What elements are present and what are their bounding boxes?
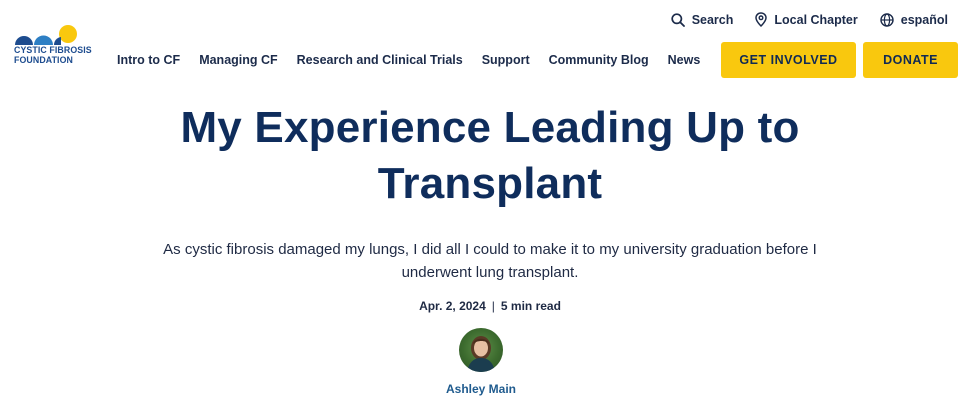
article-subtitle: As cystic fibrosis damaged my lungs, I d… [163, 241, 817, 281]
nav-research-clinical-trials[interactable]: Research and Clinical Trials [297, 53, 463, 67]
search-link[interactable]: Search [671, 12, 734, 27]
meta-separator: | [491, 299, 495, 313]
location-pin-icon [755, 12, 768, 27]
read-time: 5 min read [500, 299, 561, 313]
publish-date: Apr. 2, 2024 [419, 299, 486, 313]
author-name[interactable]: Ashley Main [0, 382, 962, 396]
author-photo [467, 336, 495, 372]
language-label: español [900, 12, 948, 27]
globe-icon [880, 12, 894, 27]
get-involved-button[interactable]: GET INVOLVED [721, 42, 856, 78]
logo-wordmark-line2: FOUNDATION [14, 55, 73, 65]
local-chapter-link[interactable]: Local Chapter [755, 12, 858, 27]
article-title-line2: Transplant [377, 159, 603, 208]
logo-mark-icon [15, 25, 77, 45]
search-label: Search [691, 12, 734, 27]
main-nav: Intro to CF Managing CF Research and Cli… [117, 53, 700, 67]
search-icon [671, 12, 685, 27]
nav-managing-cf[interactable]: Managing CF [199, 53, 277, 67]
language-link[interactable]: español [880, 13, 948, 27]
cff-logo[interactable]: CYSTIC FIBROSIS FOUNDATION [14, 25, 104, 65]
logo-wordmark-line1: CYSTIC FIBROSIS [14, 45, 92, 55]
article-meta: Apr. 2, 2024 | 5 min read [0, 299, 980, 313]
nav-community-blog[interactable]: Community Blog [549, 53, 649, 67]
article-title: My Experience Leading Up to Transplant [0, 100, 980, 212]
donate-button[interactable]: DONATE [863, 42, 958, 78]
local-chapter-label: Local Chapter [774, 12, 858, 27]
nav-intro-to-cf[interactable]: Intro to CF [117, 53, 180, 67]
nav-support[interactable]: Support [482, 53, 530, 67]
article-title-line1: My Experience Leading Up to [180, 103, 800, 152]
utility-nav: Search Local Chapter español [671, 12, 948, 27]
author-avatar[interactable] [459, 328, 503, 372]
nav-news[interactable]: News [668, 53, 701, 67]
